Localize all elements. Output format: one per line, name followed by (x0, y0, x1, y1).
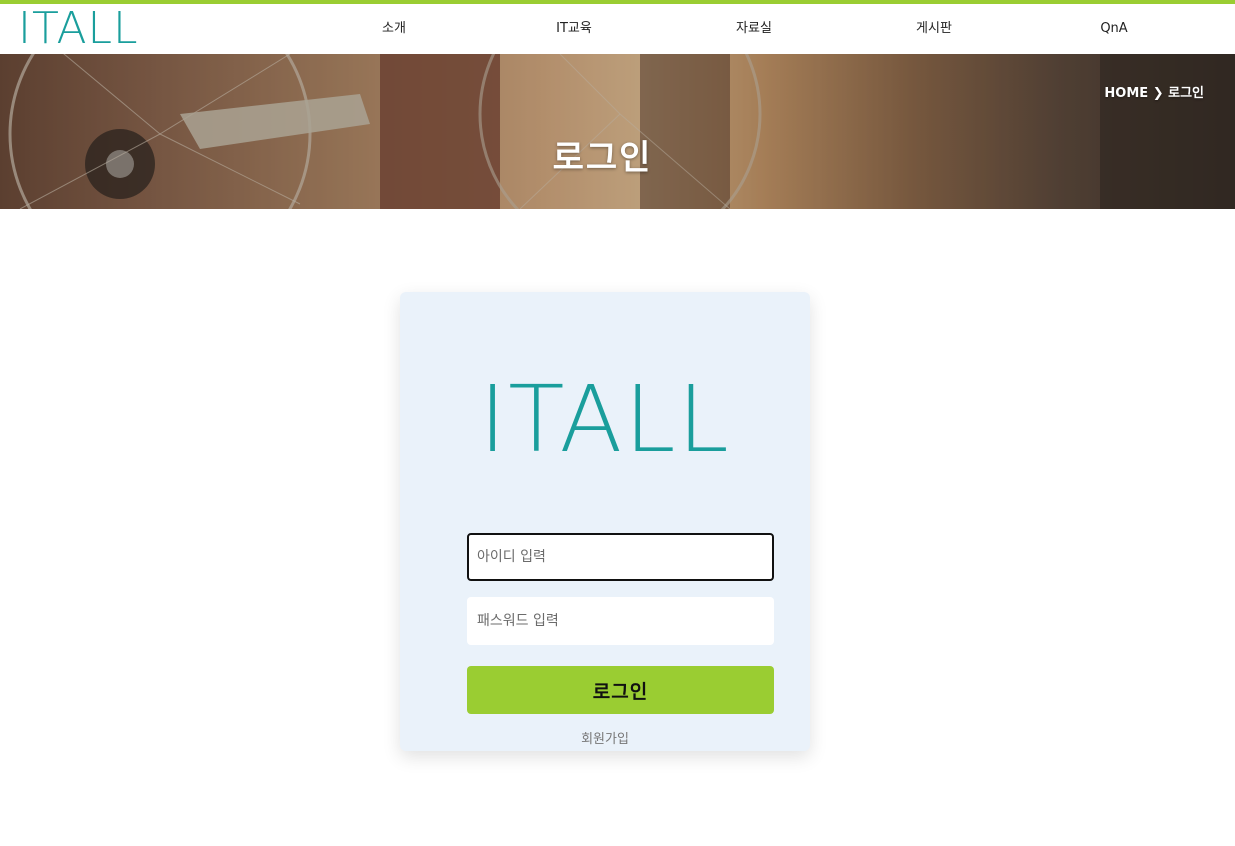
nav-item-it-education[interactable]: IT교육 (484, 4, 664, 54)
site-header: ITALL 소개 IT교육 자료실 게시판 QnA (0, 4, 1235, 54)
password-input[interactable] (467, 597, 774, 645)
nav-item-board[interactable]: 게시판 (844, 4, 1024, 54)
site-logo[interactable]: ITALL (18, 4, 139, 54)
main-nav: 소개 IT교육 자료실 게시판 QnA (304, 4, 1204, 54)
breadcrumb: HOME ❯ 로그인 (1104, 86, 1204, 101)
hero-banner: HOME ❯ 로그인 로그인 (0, 54, 1235, 209)
login-card: ITALL 로그인 회원가입 (400, 292, 810, 751)
login-button[interactable]: 로그인 (467, 666, 774, 714)
signup-link[interactable]: 회원가입 (400, 728, 810, 747)
nav-item-resources[interactable]: 자료실 (664, 4, 844, 54)
page-title: 로그인 (552, 138, 653, 178)
nav-item-about[interactable]: 소개 (304, 4, 484, 54)
id-input[interactable] (467, 533, 774, 581)
login-logo: ITALL (479, 366, 731, 473)
nav-item-qna[interactable]: QnA (1024, 4, 1204, 54)
